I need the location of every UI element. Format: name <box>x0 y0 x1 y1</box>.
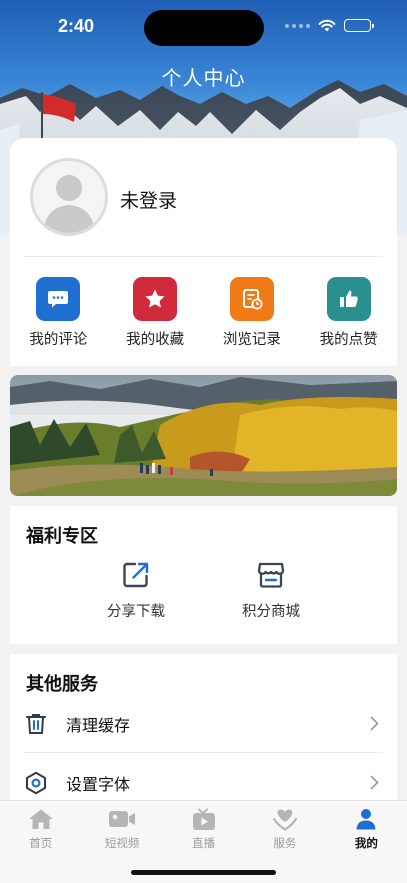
tab-label: 短视频 <box>104 836 140 850</box>
share-icon <box>123 562 149 588</box>
divider <box>24 752 383 753</box>
status-icons <box>285 19 374 32</box>
divider <box>24 256 383 257</box>
battery-icon <box>344 19 374 32</box>
star-icon <box>133 277 178 321</box>
my-favorites-button[interactable]: 我的收藏 <box>107 277 204 349</box>
welfare-title: 福利专区 <box>26 526 98 547</box>
service-heart-icon <box>271 807 299 831</box>
history-icon <box>229 277 274 321</box>
autumn-forest-image <box>10 375 397 496</box>
tab-service[interactable]: 服务 <box>244 801 325 851</box>
promo-banner-image[interactable] <box>10 375 397 496</box>
wifi-icon <box>318 19 336 32</box>
profile-card: 未登录 我的评论 我的收藏 浏览记录 我的点赞 <box>10 138 397 366</box>
tab-short-video[interactable]: 短视频 <box>81 801 162 851</box>
store-icon <box>257 562 285 588</box>
clear-cache-row[interactable]: 清理缓存 <box>24 699 383 749</box>
my-comments-button[interactable]: 我的评论 <box>10 277 107 349</box>
quick-actions: 我的评论 我的收藏 浏览记录 我的点赞 <box>10 277 397 349</box>
welfare-section: 福利专区 分享下载 积分商城 <box>10 506 397 644</box>
comment-icon <box>36 277 81 321</box>
browse-history-button[interactable]: 浏览记录 <box>204 277 301 349</box>
default-avatar-icon <box>43 175 95 233</box>
page-title: 个人中心 <box>161 66 246 90</box>
video-camera-icon <box>108 807 136 831</box>
my-likes-button[interactable]: 我的点赞 <box>300 277 397 349</box>
login-status[interactable]: 未登录 <box>120 186 177 213</box>
home-icon <box>27 807 55 831</box>
points-mall-button[interactable]: 积分商城 <box>226 560 316 621</box>
live-tv-icon <box>190 807 218 831</box>
chevron-right-icon <box>370 775 379 790</box>
quick-action-label: 我的评论 <box>29 332 88 348</box>
tab-label: 首页 <box>29 836 53 850</box>
quick-action-label: 浏览记录 <box>222 332 281 348</box>
font-settings-row[interactable]: 设置字体 <box>24 758 383 800</box>
trash-icon <box>24 712 48 736</box>
thumbs-up-icon <box>326 277 371 321</box>
user-icon <box>352 807 380 831</box>
dynamic-island <box>144 10 264 46</box>
share-download-button[interactable]: 分享下载 <box>91 560 181 621</box>
services-title: 其他服务 <box>26 674 98 695</box>
quick-action-label: 我的收藏 <box>126 332 185 348</box>
tab-mine[interactable]: 我的 <box>326 801 407 851</box>
avatar[interactable] <box>30 158 108 236</box>
home-indicator <box>131 870 276 875</box>
service-label: 清理缓存 <box>66 716 131 735</box>
tab-label: 我的 <box>354 836 378 850</box>
font-settings-icon <box>24 771 48 795</box>
status-time: 2:40 <box>58 16 95 36</box>
other-services-section: 其他服务 清理缓存 设置字体 <box>10 654 397 800</box>
tab-live[interactable]: 直播 <box>163 801 244 851</box>
welfare-item-label: 分享下载 <box>107 604 165 620</box>
status-bar: 2:40 <box>0 0 407 56</box>
tab-home[interactable]: 首页 <box>0 801 81 851</box>
tab-label: 服务 <box>273 836 297 850</box>
chevron-right-icon <box>370 716 379 731</box>
service-label: 设置字体 <box>66 775 131 794</box>
tab-label: 直播 <box>192 836 216 850</box>
welfare-item-label: 积分商城 <box>242 604 300 620</box>
quick-action-label: 我的点赞 <box>319 332 378 348</box>
signal-icon <box>285 23 310 28</box>
